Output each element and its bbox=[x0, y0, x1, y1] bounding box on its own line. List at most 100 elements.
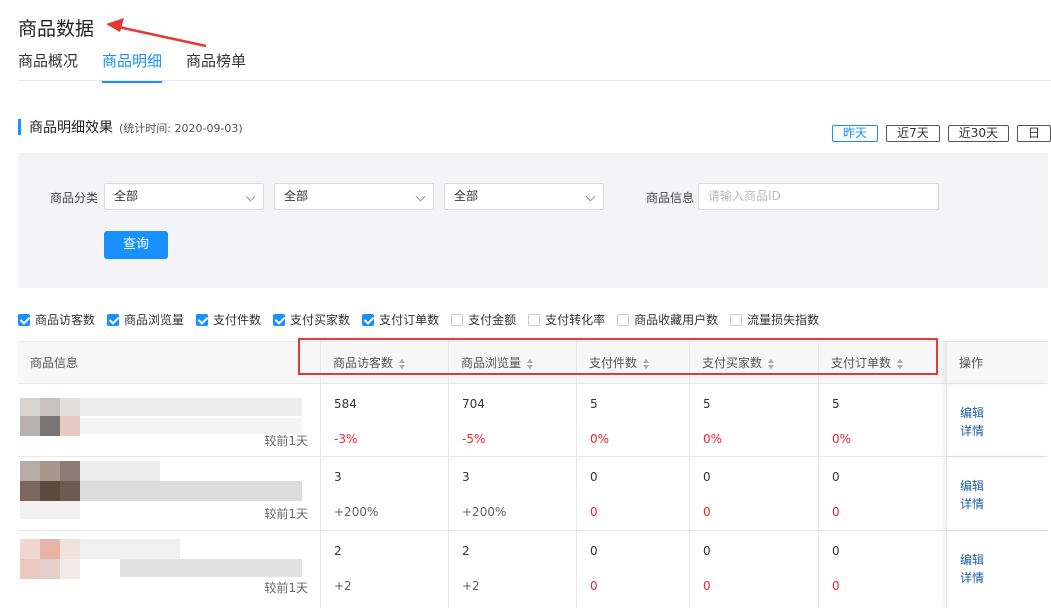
section-title: 商品明细效果 bbox=[29, 120, 113, 136]
toggle-paid-buyers[interactable]: 支付买家数 bbox=[273, 311, 350, 328]
product-id-input[interactable]: 请输入商品ID bbox=[698, 183, 939, 210]
toggle-label: 商品浏览量 bbox=[124, 313, 185, 327]
paid-orders-cell: 5 0% bbox=[818, 384, 946, 456]
cell-delta: 0 bbox=[703, 505, 711, 519]
toggle-traffic-loss[interactable]: 流量损失指数 bbox=[730, 311, 819, 328]
range-day-button[interactable]: 日 bbox=[1016, 125, 1051, 142]
toggle-label: 商品收藏用户数 bbox=[634, 313, 719, 327]
product-info-label: 商品信息 bbox=[646, 191, 695, 205]
blurred-product-image-icon bbox=[20, 398, 302, 436]
product-table: 商品信息 商品访客数 商品浏览量 支付件数 支付买家数 支付订单数 操作 较前1… bbox=[18, 341, 1048, 608]
section-header: 商品明细效果 (统计时间: 2020-09-03) bbox=[18, 117, 243, 137]
cell-value: 0 bbox=[703, 470, 711, 484]
toggle-label: 支付转化率 bbox=[545, 313, 606, 327]
blurred-product-image-icon bbox=[20, 539, 302, 579]
checkbox-checked-icon bbox=[273, 313, 286, 326]
cell-value: 0 bbox=[832, 470, 840, 484]
header-label: 商品信息 bbox=[30, 356, 79, 370]
paid-items-cell: 5 0% bbox=[576, 384, 689, 456]
paid-buyers-cell: 00 bbox=[689, 531, 818, 608]
edit-link[interactable]: 编辑 bbox=[960, 404, 984, 421]
edit-link[interactable]: 编辑 bbox=[960, 551, 984, 568]
tab-overview[interactable]: 商品概况 bbox=[18, 50, 78, 83]
toggle-label: 支付买家数 bbox=[290, 313, 351, 327]
section-accent-bar bbox=[18, 119, 21, 135]
cell-delta: +200% bbox=[462, 505, 507, 519]
category-select-2[interactable]: 全部 bbox=[274, 183, 434, 210]
cell-value: 5 bbox=[590, 397, 598, 411]
toggle-paid-orders[interactable]: 支付订单数 bbox=[362, 311, 439, 328]
checkbox-empty-icon bbox=[528, 313, 541, 326]
section-subtitle: (统计时间: 2020-09-03) bbox=[119, 122, 243, 135]
cell-value: 2 bbox=[462, 544, 470, 558]
header-product-info: 商品信息 bbox=[18, 342, 320, 384]
cell-delta: +2 bbox=[334, 579, 352, 593]
paid-orders-cell: 00 bbox=[818, 457, 946, 530]
cell-delta: +2 bbox=[462, 579, 480, 593]
product-info-cell: 较前1天 bbox=[18, 457, 320, 530]
visitors-cell: 3 +200% bbox=[320, 457, 448, 530]
pageviews-cell: 3 +200% bbox=[448, 457, 576, 530]
range-7days-button[interactable]: 近7天 bbox=[886, 125, 940, 142]
cell-value: 704 bbox=[462, 397, 485, 411]
range-30days-button[interactable]: 近30天 bbox=[947, 125, 1009, 142]
tab-bar: 商品概况 商品明细 商品榜单 bbox=[18, 50, 246, 83]
category-select-2-value: 全部 bbox=[284, 189, 309, 203]
cell-delta: 0 bbox=[832, 579, 840, 593]
toggle-label: 流量损失指数 bbox=[747, 313, 820, 327]
toggle-paid-items[interactable]: 支付件数 bbox=[196, 311, 261, 328]
toggle-visitors[interactable]: 商品访客数 bbox=[18, 311, 95, 328]
blurred-product-image-icon bbox=[20, 461, 302, 519]
detail-link[interactable]: 详情 bbox=[960, 569, 984, 586]
detail-link[interactable]: 详情 bbox=[960, 422, 984, 439]
annotation-highlight-box bbox=[298, 338, 938, 375]
cell-delta: 0 bbox=[832, 505, 840, 519]
cell-value: 3 bbox=[462, 470, 470, 484]
checkbox-empty-icon bbox=[730, 313, 743, 326]
cell-value: 2 bbox=[334, 544, 342, 558]
edit-link[interactable]: 编辑 bbox=[960, 477, 984, 494]
detail-link[interactable]: 详情 bbox=[960, 495, 984, 512]
header-label: 操作 bbox=[959, 356, 984, 370]
tab-detail[interactable]: 商品明细 bbox=[102, 50, 163, 83]
checkbox-checked-icon bbox=[18, 313, 30, 326]
table-row: 较前1天 3 +200% 3 +200% 00 00 00 编辑 详情 bbox=[18, 457, 1048, 531]
range-yesterday-button[interactable]: 昨天 bbox=[832, 125, 879, 142]
product-info-cell: 较前1天 bbox=[18, 384, 320, 456]
checkbox-checked-icon bbox=[107, 313, 120, 326]
checkbox-checked-icon bbox=[196, 313, 209, 326]
cell-value: 0 bbox=[832, 544, 840, 558]
toggle-paid-amount[interactable]: 支付金额 bbox=[451, 311, 516, 328]
query-button[interactable]: 查询 bbox=[104, 231, 168, 259]
cell-delta: 0% bbox=[590, 432, 610, 446]
category-select-3[interactable]: 全部 bbox=[444, 183, 604, 210]
toggle-favorite-users[interactable]: 商品收藏用户数 bbox=[617, 311, 718, 328]
visitors-cell: 2 +2 bbox=[320, 531, 448, 608]
column-toggles: 商品访客数 商品浏览量 支付件数 支付买家数 支付订单数 支付金额 支付转化率 … bbox=[18, 311, 831, 328]
header-actions: 操作 bbox=[946, 342, 1048, 384]
cell-value: 0 bbox=[590, 544, 598, 558]
paid-items-cell: 00 bbox=[576, 531, 689, 608]
toggle-conversion-rate[interactable]: 支付转化率 bbox=[528, 311, 605, 328]
chevron-down-icon bbox=[585, 191, 596, 202]
paid-buyers-cell: 5 0% bbox=[689, 384, 818, 456]
category-select-3-value: 全部 bbox=[454, 189, 479, 203]
actions-cell: 编辑 详情 bbox=[946, 384, 1048, 456]
product-info-cell: 较前1天 bbox=[18, 531, 320, 608]
paid-buyers-cell: 00 bbox=[689, 457, 818, 530]
toggle-pageviews[interactable]: 商品浏览量 bbox=[107, 311, 184, 328]
cell-delta: 0 bbox=[703, 579, 711, 593]
cell-delta: 0% bbox=[832, 432, 852, 446]
table-row: 较前1天 2 +2 2 +2 00 00 00 编辑 详情 bbox=[18, 531, 1048, 608]
cell-value: 5 bbox=[703, 397, 711, 411]
page-title: 商品数据 bbox=[18, 18, 95, 40]
toggle-label: 支付订单数 bbox=[379, 313, 440, 327]
category-select-1[interactable]: 全部 bbox=[104, 183, 264, 210]
pageviews-cell: 2 +2 bbox=[448, 531, 576, 608]
actions-cell: 编辑 详情 bbox=[946, 457, 1048, 530]
paid-items-cell: 00 bbox=[576, 457, 689, 530]
tab-ranking[interactable]: 商品榜单 bbox=[186, 50, 246, 83]
cell-value: 584 bbox=[334, 397, 357, 411]
checkbox-checked-icon bbox=[362, 313, 375, 326]
actions-cell: 编辑 详情 bbox=[946, 531, 1048, 608]
